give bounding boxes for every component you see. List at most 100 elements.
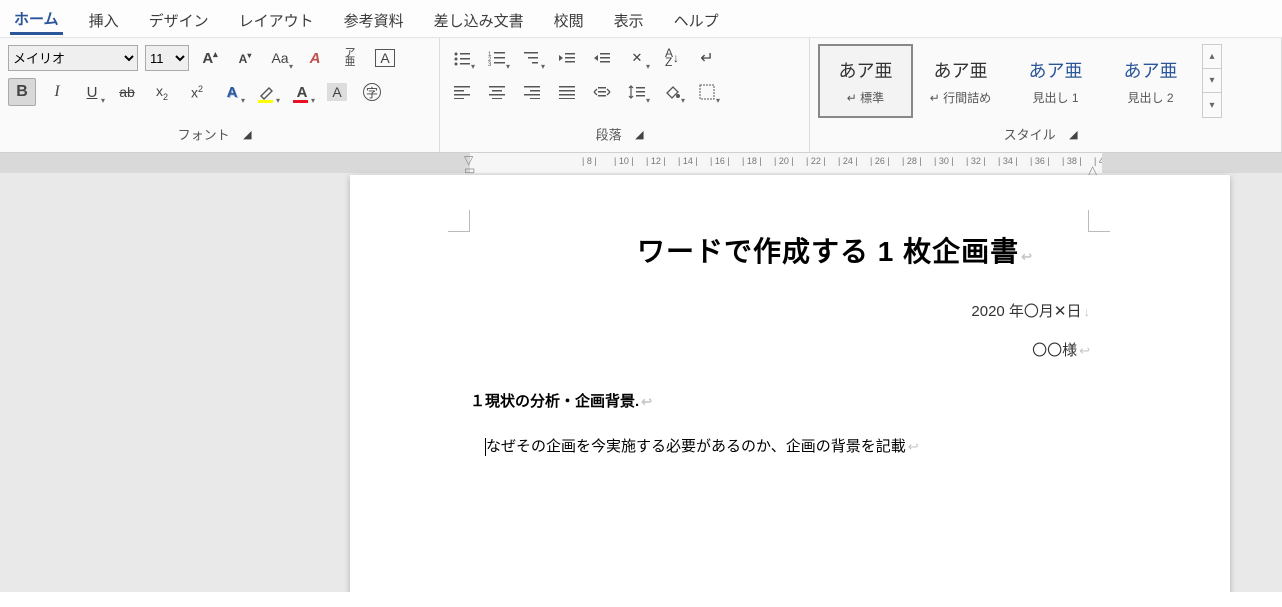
highlighter-icon <box>258 83 276 101</box>
font-color-button[interactable]: A▾ <box>288 78 316 106</box>
character-shading-button[interactable]: A <box>323 78 351 106</box>
clear-formatting-button[interactable]: A <box>301 44 329 72</box>
style-name: ↵ 標準 <box>847 89 884 106</box>
distributed-button[interactable] <box>588 78 616 106</box>
style-preview: あア亜 <box>934 57 988 83</box>
menu-tab-4[interactable]: 参考資料 <box>340 7 408 34</box>
workspace: | 8 || 10 || 12 || 14 || 16 || 18 || 20 … <box>0 153 1282 592</box>
doc-heading1[interactable]: １現状の分析・企画背景. <box>470 393 639 410</box>
paragraph-mark-icon: ↩ <box>1079 343 1090 358</box>
numbering-icon: 123 <box>488 50 506 66</box>
multilevel-list-button[interactable]: ▾ <box>518 44 546 72</box>
font-size-select[interactable]: 11 <box>145 45 189 71</box>
multilevel-icon <box>523 50 541 66</box>
paragraph-dialog-launcher[interactable]: ◢ <box>625 120 653 148</box>
text-effects-button[interactable]: A▾ <box>218 78 246 106</box>
menu-tab-6[interactable]: 校閲 <box>550 7 588 34</box>
borders-button[interactable]: ▾ <box>693 78 721 106</box>
style-card-1[interactable]: あア亜↵ 行間詰め <box>913 44 1008 118</box>
margin-corner-tr <box>1088 210 1110 232</box>
increase-indent-button[interactable] <box>588 44 616 72</box>
doc-recipient[interactable]: 〇〇様 <box>1032 342 1077 359</box>
styles-expand[interactable]: ▾ <box>1203 93 1221 117</box>
doc-title[interactable]: ワードで作成する 1 枚企画書 <box>637 236 1019 267</box>
highlight-color-button[interactable]: ▾ <box>253 78 281 106</box>
menu-tab-8[interactable]: ヘルプ <box>670 7 723 34</box>
style-name: 見出し 1 <box>1032 89 1078 106</box>
font-dialog-launcher[interactable]: ◢ <box>233 120 261 148</box>
styles-dialog-launcher[interactable]: ◢ <box>1059 120 1087 148</box>
menu-tab-2[interactable]: デザイン <box>145 7 213 34</box>
menu-tab-5[interactable]: 差し込み文書 <box>430 7 528 34</box>
ruler-tick: | 32 | <box>966 156 986 166</box>
strikethrough-button[interactable]: ab <box>113 78 141 106</box>
doc-date[interactable]: 2020 年〇月✕日 <box>971 303 1081 320</box>
ruler-tick: | 10 | <box>614 156 634 166</box>
ruler-tick: | 28 | <box>902 156 922 166</box>
decrease-indent-button[interactable] <box>553 44 581 72</box>
numbering-button[interactable]: 123▾ <box>483 44 511 72</box>
paragraph-group: ▾ 123▾ ▾ ✕▾ AZ↓ ↵ ▾ ▾ ▾ 段落 ◢ <box>440 38 810 152</box>
menu-tab-0[interactable]: ホーム <box>10 5 63 35</box>
ruler-tick: | 34 | <box>998 156 1018 166</box>
menu-tab-3[interactable]: レイアウト <box>235 7 318 34</box>
subscript-button[interactable]: x2 <box>148 78 176 106</box>
grow-font-button[interactable]: A▴ <box>196 44 224 72</box>
style-card-2[interactable]: あア亜見出し 1 <box>1008 44 1103 118</box>
styles-scroll-up[interactable]: ▴ <box>1203 45 1221 69</box>
shading-button[interactable]: ▾ <box>658 78 686 106</box>
ribbon: メイリオ 11 A▴ A▾ Aa▾ A ア亜 A B I U▾ ab x2 x2… <box>0 38 1282 153</box>
shrink-font-button[interactable]: A▾ <box>231 44 259 72</box>
ruler-margin-left <box>350 153 470 173</box>
justify-button[interactable] <box>553 78 581 106</box>
bullets-button[interactable]: ▾ <box>448 44 476 72</box>
align-right-button[interactable] <box>518 78 546 106</box>
italic-button[interactable]: I <box>43 78 71 106</box>
asian-layout-button[interactable]: ✕▾ <box>623 44 651 72</box>
sort-button[interactable]: AZ↓ <box>658 44 686 72</box>
svg-text:3: 3 <box>488 62 492 66</box>
line-spacing-button[interactable]: ▾ <box>623 78 651 106</box>
change-case-button[interactable]: Aa▾ <box>266 44 294 72</box>
document-page[interactable]: ワードで作成する 1 枚企画書↩ 2020 年〇月✕日↓ 〇〇様↩ １現状の分析… <box>350 175 1230 592</box>
style-card-0[interactable]: あア亜↵ 標準 <box>818 44 913 118</box>
bold-button[interactable]: B <box>8 78 36 106</box>
outdent-icon <box>558 50 576 66</box>
styles-group-label: スタイル <box>1004 128 1056 143</box>
align-center-button[interactable] <box>483 78 511 106</box>
align-left-button[interactable] <box>448 78 476 106</box>
align-center-icon <box>489 85 505 99</box>
character-border-button[interactable]: A <box>371 44 399 72</box>
borders-icon <box>699 84 715 100</box>
styles-scroll-down[interactable]: ▾ <box>1203 69 1221 93</box>
linebreak-mark-icon: ↓ <box>1084 304 1091 319</box>
indent-icon <box>593 50 611 66</box>
align-left-icon <box>454 85 470 99</box>
menu-tab-7[interactable]: 表示 <box>610 7 648 34</box>
enclose-characters-button[interactable]: 字 <box>358 78 386 106</box>
ruler-tick: | 8 | <box>582 156 597 166</box>
ruler-tick: | 18 | <box>742 156 762 166</box>
style-name: 見出し 2 <box>1127 89 1173 106</box>
underline-button[interactable]: U▾ <box>78 78 106 106</box>
phonetic-guide-button[interactable]: ア亜 <box>336 44 364 72</box>
ruler-margin-right <box>1102 153 1282 173</box>
style-card-3[interactable]: あア亜見出し 2 <box>1103 44 1198 118</box>
show-marks-button[interactable]: ↵ <box>693 44 721 72</box>
doc-body1[interactable]: なぜその企画を今実施する必要があるのか、企画の背景を記載 <box>486 438 906 455</box>
menu-tab-1[interactable]: 挿入 <box>85 7 123 34</box>
horizontal-ruler[interactable]: | 8 || 10 || 12 || 14 || 16 || 18 || 20 … <box>0 153 1282 173</box>
superscript-button[interactable]: x2 <box>183 78 211 106</box>
ruler-tick: | 20 | <box>774 156 794 166</box>
align-right-icon <box>524 85 540 99</box>
ruler-tick: | 24 | <box>838 156 858 166</box>
ruler-tick: | 14 | <box>678 156 698 166</box>
ruler-tick: | 36 | <box>1030 156 1050 166</box>
justify-icon <box>559 85 575 99</box>
style-preview: あア亜 <box>1029 57 1083 83</box>
font-name-select[interactable]: メイリオ <box>8 45 138 71</box>
font-group: メイリオ 11 A▴ A▾ Aa▾ A ア亜 A B I U▾ ab x2 x2… <box>0 38 440 152</box>
styles-gallery: あア亜↵ 標準あア亜↵ 行間詰めあア亜見出し 1あア亜見出し 2▴▾▾ <box>818 44 1273 118</box>
styles-group: あア亜↵ 標準あア亜↵ 行間詰めあア亜見出し 1あア亜見出し 2▴▾▾ スタイル… <box>810 38 1282 152</box>
bucket-icon <box>664 84 680 100</box>
